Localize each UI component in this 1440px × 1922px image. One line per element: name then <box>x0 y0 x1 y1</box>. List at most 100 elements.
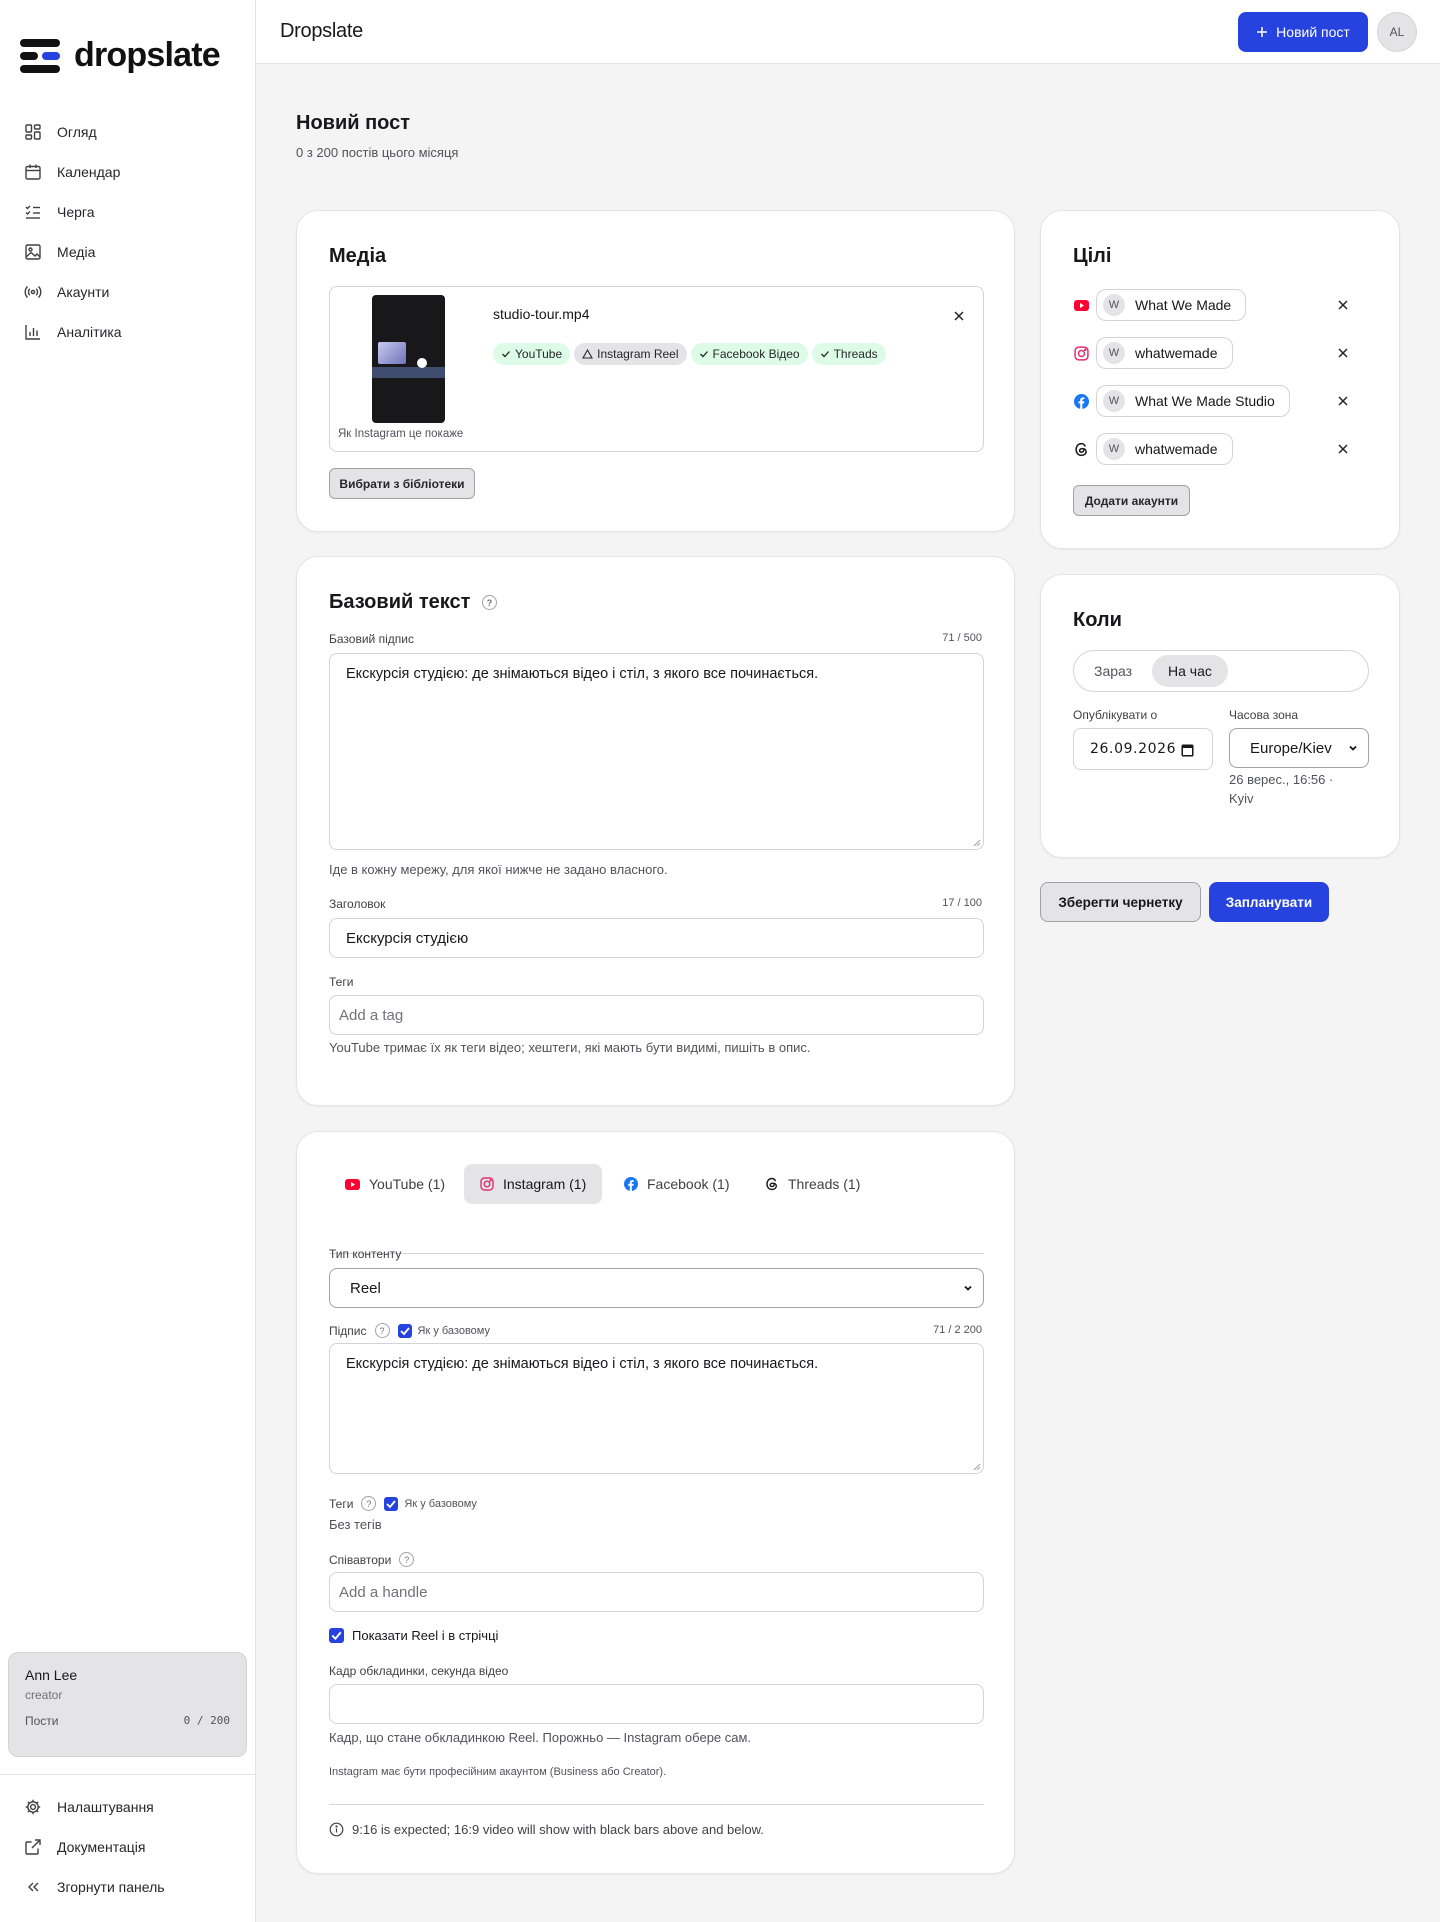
calendar-icon <box>25 164 41 180</box>
platform-chips: YouTube Instagram Reel Facebook Відео Th… <box>493 343 886 365</box>
chip-youtube: YouTube <box>493 343 571 365</box>
nav-label: Акаунти <box>57 284 110 300</box>
account-avatar: W <box>1103 438 1125 460</box>
page-title: Новий пост <box>296 112 411 134</box>
nav-label: Медіа <box>57 244 96 260</box>
cover-input[interactable] <box>329 1684 984 1724</box>
nav-item-media[interactable]: Медіа <box>16 232 240 272</box>
target-row: Wwhatwemade <box>1041 433 1399 465</box>
tab-threads[interactable]: Threads (1) <box>749 1164 876 1204</box>
check-icon <box>699 351 708 358</box>
nav-label: Згорнути панель <box>57 1879 165 1895</box>
brand-logo[interactable]: dropslate <box>20 36 221 75</box>
usage-label: Пости <box>25 1714 59 1728</box>
nav-item-analytics[interactable]: Аналітика <box>16 312 240 352</box>
calendar-icon[interactable] <box>1181 743 1194 757</box>
tags-label: Теги <box>329 975 354 989</box>
account-avatar: W <box>1103 294 1125 316</box>
check-icon <box>502 351 510 358</box>
gear-icon <box>25 1799 41 1815</box>
instagram-icon <box>1074 346 1089 361</box>
broadcast-icon <box>24 286 42 298</box>
chevron-down-icon <box>964 1285 972 1291</box>
remove-target-icon[interactable] <box>1336 298 1350 312</box>
base-caption-textarea[interactable]: Екскурсія студією: де знімаються відео і… <box>329 653 984 850</box>
new-post-button[interactable]: Новий пост <box>1238 12 1368 52</box>
schedule-button[interactable]: Запланувати <box>1209 882 1329 922</box>
remove-target-icon[interactable] <box>1336 394 1350 408</box>
mode-scheduled-option[interactable]: На час <box>1152 655 1228 687</box>
aspect-note-row: 9:16 is expected; 16:9 video will show w… <box>329 1822 764 1837</box>
save-draft-button[interactable]: Зберегти чернетку <box>1040 882 1201 922</box>
targets-title: Цілі <box>1073 245 1112 267</box>
base-text-heading: Базовий текст <box>329 591 471 613</box>
network-tabs: YouTube (1) Instagram (1) Facebook (1) T… <box>329 1164 984 1254</box>
heading-input[interactable]: Екскурсія студією <box>329 918 984 958</box>
content-type-select[interactable]: Reel <box>329 1268 984 1308</box>
publish-date-input[interactable]: 26.09.2026 <box>1073 728 1213 770</box>
tab-label: Facebook (1) <box>647 1176 730 1192</box>
remove-target-icon[interactable] <box>1336 346 1350 360</box>
user-card[interactable]: Ann Lee creator Пости 0 / 200 <box>8 1652 247 1757</box>
nav-item-calendar[interactable]: Календар <box>16 152 240 192</box>
main-nav: Огляд Календар Черга Медіа Акаунти Аналі… <box>16 112 240 352</box>
check-icon <box>331 1631 342 1641</box>
tab-youtube[interactable]: YouTube (1) <box>329 1164 461 1204</box>
ig-caption-counter: 71 / 2 200 <box>933 1324 982 1336</box>
check-icon <box>386 1499 397 1508</box>
youtube-icon <box>345 1178 360 1190</box>
content-type-label: Тип контенту <box>329 1247 402 1261</box>
plus-icon <box>1257 27 1268 37</box>
nav-label: Документація <box>57 1839 146 1855</box>
timezone-select[interactable]: Europe/Kiev <box>1229 728 1369 768</box>
mode-now-option[interactable]: Зараз <box>1078 655 1148 687</box>
ig-tags-same-checkbox[interactable] <box>384 1496 399 1511</box>
nav-item-accounts[interactable]: Акаунти <box>16 272 240 312</box>
targets-card: Цілі W What We Made Wwhatwemade W What We … <box>1040 210 1400 549</box>
resize-handle-icon[interactable] <box>973 839 981 847</box>
add-accounts-button[interactable]: Додати акаунти <box>1073 485 1190 516</box>
remove-target-icon[interactable] <box>1336 442 1350 456</box>
help-icon[interactable]: ? <box>374 1323 390 1338</box>
video-preview[interactable] <box>372 295 445 423</box>
chevrons-left-icon <box>28 1882 39 1892</box>
list-check-icon <box>25 205 40 219</box>
logo-mark-icon <box>20 38 60 73</box>
base-caption-value: Екскурсія студією: де знімаються відео і… <box>346 666 819 682</box>
page-subtitle: 0 з 200 постів цього місяця <box>296 145 459 160</box>
media-item: Як Instagram це покаже studio-tour.mp4 Y… <box>329 286 984 452</box>
collapse-sidebar-button[interactable]: Згорнути панель <box>16 1867 240 1907</box>
show-in-feed-checkbox[interactable] <box>329 1628 344 1643</box>
facebook-icon <box>1074 394 1089 409</box>
tab-label: YouTube (1) <box>369 1176 446 1192</box>
new-post-label: Новий пост <box>1276 24 1350 40</box>
cover-hint: Кадр, що стане обкладинкою Reel. Порожнь… <box>329 1730 752 1745</box>
account-name: What We Made <box>1135 297 1232 313</box>
nav-item-settings[interactable]: Налаштування <box>16 1787 240 1827</box>
remove-media-icon[interactable] <box>952 309 966 323</box>
help-icon[interactable]: ? <box>361 1496 377 1511</box>
user-role: creator <box>25 1688 63 1702</box>
base-caption-counter: 71 / 500 <box>942 632 982 644</box>
choose-from-library-button[interactable]: Вибрати з бібліотеки <box>329 468 475 499</box>
nav-item-overview[interactable]: Огляд <box>16 112 240 152</box>
nav-item-queue[interactable]: Черга <box>16 192 240 232</box>
collab-input[interactable]: Add a handle <box>329 1572 984 1612</box>
sidebar: dropslate Огляд Календар Черга Медіа Ака… <box>0 0 256 1922</box>
nav-item-docs[interactable]: Документація <box>16 1827 240 1867</box>
help-icon[interactable]: ? <box>399 1552 415 1567</box>
sidebar-footer: Налаштування Документація Згорнути панел… <box>0 1774 256 1907</box>
avatar[interactable]: AL <box>1377 12 1417 52</box>
tab-facebook[interactable]: Facebook (1) <box>608 1164 745 1204</box>
ig-caption-same-checkbox[interactable] <box>397 1323 412 1338</box>
ig-caption-textarea[interactable]: Екскурсія студією: де знімаються відео і… <box>329 1343 984 1474</box>
publish-date-value: 26.09.2026 <box>1090 741 1177 757</box>
divider <box>329 1804 984 1805</box>
ig-caption-label-row: Підпис ? Як у базовому <box>329 1323 490 1338</box>
nav-label: Огляд <box>57 124 97 140</box>
tags-input[interactable]: Add a tag <box>329 995 984 1035</box>
help-icon[interactable]: ? <box>482 595 497 611</box>
tab-instagram[interactable]: Instagram (1) <box>464 1164 603 1204</box>
target-account: Wwhatwemade <box>1096 337 1233 369</box>
resize-handle-icon[interactable] <box>973 1463 981 1471</box>
